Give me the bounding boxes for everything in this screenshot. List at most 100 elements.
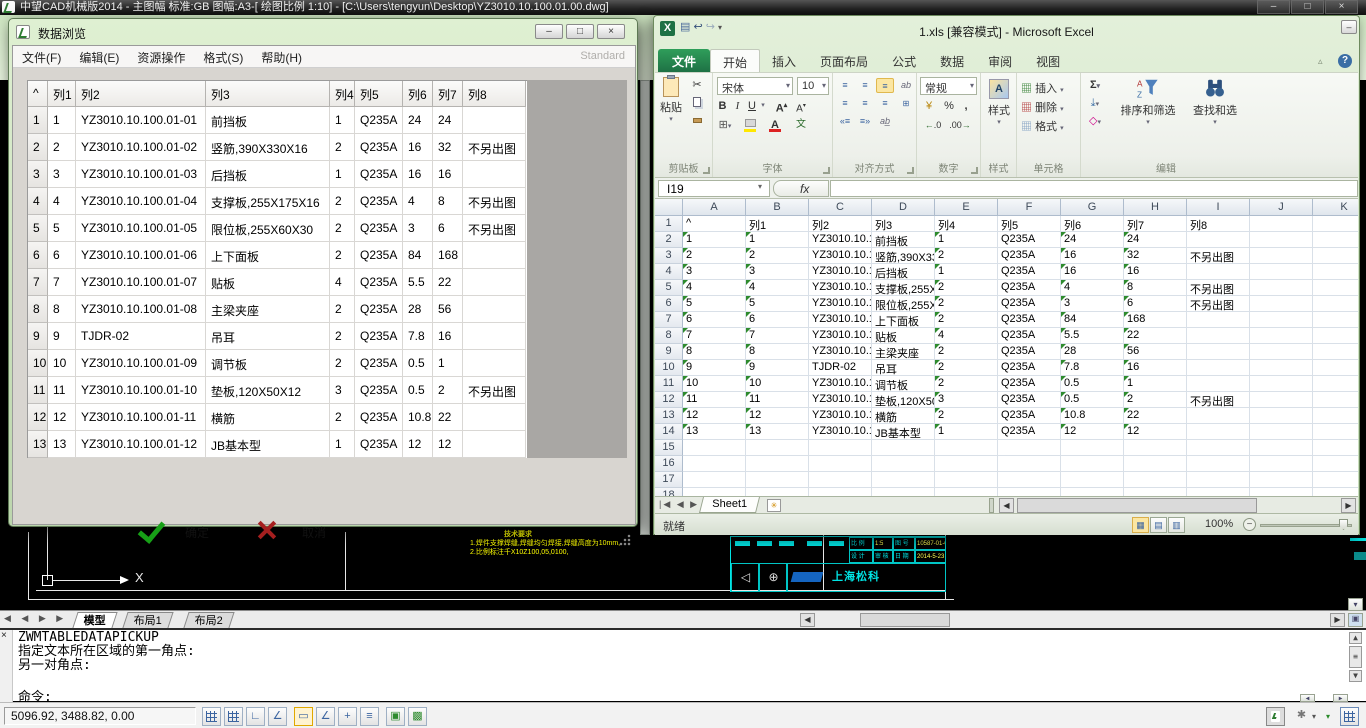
cell[interactable]: 调节板: [872, 376, 935, 392]
cell[interactable]: [746, 472, 809, 488]
dialog-cell[interactable]: 2: [48, 134, 76, 161]
grid-toggle[interactable]: [224, 707, 243, 726]
cell[interactable]: 22: [1124, 408, 1187, 424]
excel-tab-视图[interactable]: 视图: [1024, 49, 1072, 72]
dialog-cell[interactable]: 24: [403, 107, 433, 134]
cell[interactable]: 8: [746, 344, 809, 360]
excel-tab-公式[interactable]: 公式: [880, 49, 928, 72]
excel-tab-审阅[interactable]: 审阅: [976, 49, 1024, 72]
cell[interactable]: 列6: [1061, 216, 1124, 232]
dialog-cell[interactable]: Q235A: [355, 323, 403, 350]
row-header-3[interactable]: 3: [655, 248, 683, 264]
cell[interactable]: 1: [935, 232, 998, 248]
dialog-cell[interactable]: 2: [330, 188, 355, 215]
layout-tab-nav-arrows[interactable]: ◀ ◀ ▶ ▶: [4, 613, 67, 624]
dialog-cell[interactable]: 0.5: [403, 377, 433, 404]
cell[interactable]: [935, 472, 998, 488]
cell[interactable]: [935, 488, 998, 496]
dialog-cell[interactable]: [463, 269, 526, 296]
align-right-icon[interactable]: ≡: [876, 96, 894, 111]
dialog-cell[interactable]: 4: [48, 188, 76, 215]
dialog-cell[interactable]: 不另出图: [463, 134, 526, 161]
cad-minimize-button[interactable]: –: [1257, 0, 1290, 14]
italic-button[interactable]: I: [731, 98, 744, 115]
cell[interactable]: 22: [1124, 328, 1187, 344]
dialog-cell[interactable]: 10.8: [403, 404, 433, 431]
clear-icon[interactable]: ◇▾: [1083, 113, 1107, 130]
orientation-icon[interactable]: ab: [897, 78, 915, 93]
layout-tab-模型[interactable]: 模型: [72, 612, 117, 628]
cell[interactable]: 168: [1124, 312, 1187, 328]
dialog-cell[interactable]: 竖筋,390X330X16: [206, 134, 330, 161]
cell[interactable]: [1313, 280, 1358, 296]
cell[interactable]: [1250, 472, 1313, 488]
row-header-18[interactable]: 18: [655, 488, 683, 496]
dialog-cell[interactable]: 24: [433, 107, 463, 134]
dialog-column-header[interactable]: 列3: [206, 81, 330, 107]
cell[interactable]: YZ3010.10.100.01-05: [809, 296, 872, 312]
dialog-menu-item[interactable]: 文件(F): [13, 46, 70, 69]
dialog-cell[interactable]: 12: [403, 431, 433, 458]
dialog-cell[interactable]: [463, 350, 526, 377]
cell[interactable]: 4: [1061, 280, 1124, 296]
font-dialog-launcher[interactable]: [823, 167, 830, 174]
cell[interactable]: 竖筋,390X330X16: [872, 248, 935, 264]
cell[interactable]: 9: [746, 360, 809, 376]
cell[interactable]: 5: [683, 296, 746, 312]
dialog-cell[interactable]: 支撑板,255X175X16: [206, 188, 330, 215]
cell[interactable]: 3: [1061, 296, 1124, 312]
dialog-cell[interactable]: 上下面板: [206, 242, 330, 269]
column-header-J[interactable]: J: [1250, 199, 1313, 216]
align-center-icon[interactable]: ≡: [856, 96, 874, 111]
sort-filter-button[interactable]: AZ 排序和筛选 ▾: [1115, 77, 1181, 126]
cell[interactable]: 不另出图: [1187, 392, 1250, 408]
dialog-cell[interactable]: JB基本型: [206, 431, 330, 458]
cell[interactable]: 24: [1061, 232, 1124, 248]
cell[interactable]: [1061, 440, 1124, 456]
cell[interactable]: [683, 456, 746, 472]
cell[interactable]: 6: [1124, 296, 1187, 312]
dialog-column-header[interactable]: ^: [28, 81, 48, 107]
row-header-16[interactable]: 16: [655, 456, 683, 472]
cell[interactable]: 垫板,120X50X12: [872, 392, 935, 408]
cell[interactable]: 16: [1124, 264, 1187, 280]
cell[interactable]: 8: [1124, 280, 1187, 296]
cell[interactable]: [1313, 232, 1358, 248]
cell[interactable]: [1313, 248, 1358, 264]
cell[interactable]: 84: [1061, 312, 1124, 328]
excel-minimize-button[interactable]: –: [1341, 20, 1357, 34]
row-header-12[interactable]: 12: [655, 392, 683, 408]
dialog-column-header[interactable]: 列7: [433, 81, 463, 107]
cell[interactable]: TJDR-02: [809, 360, 872, 376]
cell[interactable]: 2: [935, 248, 998, 264]
formula-input[interactable]: [830, 180, 1358, 197]
cell[interactable]: [1250, 280, 1313, 296]
cell[interactable]: YZ3010.10.100.01-07: [809, 328, 872, 344]
fullscreen-toggle[interactable]: ▩: [408, 707, 427, 726]
cell[interactable]: Q235A: [998, 392, 1061, 408]
excel-titlebar[interactable]: X ▤ ↩ ↪ ▾ 1.xls [兼容模式] - Microsoft Excel…: [654, 16, 1359, 46]
phonetic-button[interactable]: 文: [791, 117, 811, 134]
cell[interactable]: 3: [935, 392, 998, 408]
increase-decimal-icon[interactable]: ←.0: [921, 117, 945, 134]
cad-hscroll-thumb[interactable]: [860, 613, 950, 627]
bold-button[interactable]: B: [715, 98, 730, 115]
dialog-cell[interactable]: 84: [403, 242, 433, 269]
dialog-column-header[interactable]: 列2: [76, 81, 206, 107]
dialog-cell[interactable]: Q235A: [355, 377, 403, 404]
cell[interactable]: 不另出图: [1187, 280, 1250, 296]
cell[interactable]: YZ3010.10.100.01-12: [809, 424, 872, 440]
number-dialog-launcher[interactable]: [971, 167, 978, 174]
sheet-tab[interactable]: Sheet1: [699, 497, 760, 513]
align-top-icon[interactable]: ≡: [836, 78, 854, 93]
borders-button[interactable]: ⊞▾: [715, 117, 735, 134]
cell[interactable]: 列1: [746, 216, 809, 232]
esnap-toggle[interactable]: ▭: [294, 707, 313, 726]
cell[interactable]: 13: [683, 424, 746, 440]
cell[interactable]: 2: [935, 376, 998, 392]
dialog-table-row[interactable]: 44YZ3010.10.100.01-04支撑板,255X175X162Q235…: [28, 188, 527, 215]
cell[interactable]: YZ3010.10.100.01-02: [809, 248, 872, 264]
cell[interactable]: Q235A: [998, 424, 1061, 440]
cell[interactable]: [1061, 488, 1124, 496]
cell[interactable]: YZ3010.10.100.01-03: [809, 264, 872, 280]
